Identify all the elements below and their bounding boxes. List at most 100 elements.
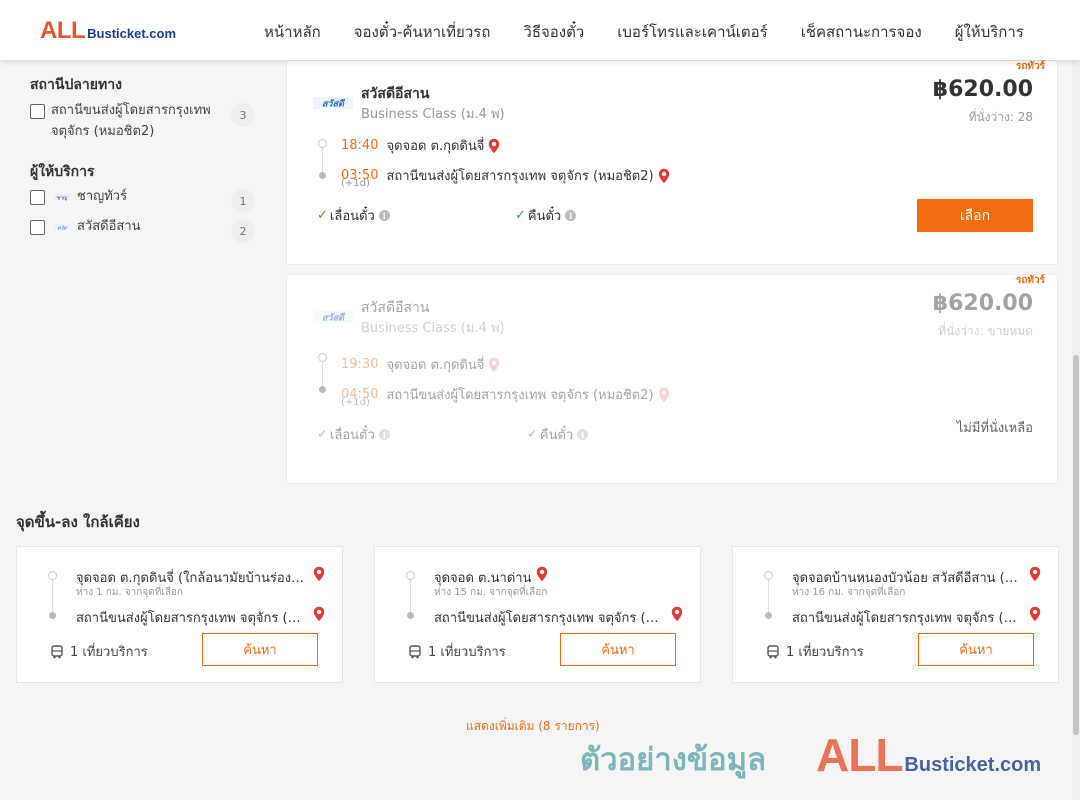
departure-dot [318,139,327,148]
logo-busticket-text: Busticket.com [87,26,177,41]
search-nearby-button[interactable]: ค้นหา [918,633,1034,666]
logo-all-text: ALL [40,17,86,44]
location-pin-icon[interactable] [313,606,325,622]
route-line [410,574,411,614]
nearby-to-stop: สถานีขนส่งผู้โดยสารกรุงเทพ จตุจักร (หมอช… [76,611,306,626]
operator-count: 2 [231,219,255,243]
watermark-logo-busticket: Busticket.com [904,754,1042,776]
departure-name: จุดจอด ต.กุดดินจี่ [386,139,485,154]
location-pin-icon[interactable] [671,606,683,622]
scrollbar-thumb[interactable] [1073,355,1079,735]
location-pin-icon[interactable] [658,168,670,184]
search-nearby-button[interactable]: ค้นหา [202,633,318,666]
sold-out-label: ไม่มีที่นั่งเหลือ [956,421,1033,436]
location-pin-icon[interactable] [1029,566,1041,582]
next-day-label: (+1d) [341,178,370,189]
arrival-name: สถานีขนส่งผู้โดยสารกรุงเทพ จตุจักร (หมอช… [386,169,654,184]
trip-count: 1 เที่ยวบริการ [766,641,864,662]
checkbox-icon[interactable] [30,104,45,119]
arrival-dot [765,612,772,619]
watermark-logo-all: ALL [816,729,903,781]
sample-data-watermark: ตัวอย่างข้อมูล [580,742,767,778]
nav-home[interactable]: หน้าหลัก [264,20,321,44]
site-logo[interactable]: ALL Busticket.com [40,17,176,45]
search-nearby-button[interactable]: ค้นหา [560,633,676,666]
check-icon: ✓ [317,208,328,223]
trip-count-label: 1 เที่ยวบริการ [428,645,506,660]
feature-refund: ✓ คืนตั๋ว i [515,205,577,226]
feature-reschedule: ✓ เลื่อนตั๋ว i [317,424,390,445]
departure-time: 19:30 [341,357,379,372]
location-pin-icon [658,387,669,402]
route-line [322,145,323,173]
operator-filter-item[interactable]: ชาญ ชาญทัวร์ 1 [30,189,255,213]
departure-dot [318,353,327,362]
next-day-label: (+1d) [341,397,370,408]
departure-dot [764,571,773,580]
svg-text:สวัส: สวัส [58,226,68,232]
bus-class: Business Class (ม.4 พ) [361,321,505,336]
bus-icon [767,644,779,658]
nav-operators[interactable]: ผู้ให้บริการ [955,20,1024,44]
nearby-distance: ห่าง 15 กม. จากจุดที่เลือก [434,587,548,598]
trip-price: ฿620.00 [932,77,1033,102]
nearby-distance: ห่าง 16 กม. จากจุดที่เลือก [792,587,906,598]
info-icon: i [577,429,589,440]
seats-available: ที่นั่งว่าง: 28 [968,110,1033,124]
route-line [322,359,323,387]
feature-label: คืนตั๋ว [539,428,574,443]
top-header: ALL Busticket.com หน้าหลัก จองตั๋ว-ค้นหา… [0,0,1080,60]
operator-count: 1 [231,189,255,213]
trip-count: 1 เที่ยวบริการ [50,641,148,662]
feature-refund: ✓ คืนตั๋ว i [527,424,589,445]
bus-icon [409,644,421,658]
location-pin-icon [489,357,500,372]
departure-stop: 18:40 จุดจอด ต.กุดดินจี่ [341,135,500,156]
arrival-stop: 04:50 สถานีขนส่งผู้โดยสารกรุงเทพ จตุจักร… [341,384,670,405]
svg-text:สวัสดี: สวัสดี [322,99,346,110]
operator-logo: สวัสดี [313,311,353,324]
operator-filter-item[interactable]: สวัส สวัสดีอีสาน 2 [30,219,255,243]
nav-book-search[interactable]: จองตั๋ว-ค้นหาเที่ยวรถ [354,20,491,44]
info-icon[interactable]: i [378,210,390,221]
operator-label: สวัสดีอีสาน [77,219,141,234]
arrival-stop: 03:50 สถานีขนส่งผู้โดยสารกรุงเทพ จตุจักร… [341,165,670,186]
seats-available: ที่นั่งว่าง: ขายหมด [938,324,1033,338]
destination-filter-item[interactable]: สถานีขนส่งผู้โดยสารกรุงเทพ จตุจักร (หมอช… [30,103,255,142]
nav-check-booking[interactable]: เช็คสถานะการจอง [801,20,922,44]
feature-label: คืนตั๋ว [527,209,562,224]
page-scrollbar[interactable] [1072,60,1080,800]
feature-label: เลื่อนตั๋ว [329,428,375,443]
route-line [52,574,53,614]
bus-type-badge: รถทัวร์ [1015,61,1045,72]
destination-label: สถานีขนส่งผู้โดยสารกรุงเทพ จตุจักร (หมอช… [51,103,211,139]
destination-count: 3 [231,103,255,127]
operator-name: สวัสดีอีสาน [361,86,430,102]
nav-phone-counters[interactable]: เบอร์โทรและเคาน์เตอร์ [617,20,767,44]
trip-card[interactable]: รถทัวร์ สวัสดี สวัสดีอีสาน Business Clas… [286,60,1058,265]
info-icon[interactable]: i [565,210,577,221]
checkbox-icon[interactable] [30,190,45,205]
svg-text:ชาญ: ชาญ [57,196,67,202]
nav-how-to-book[interactable]: วิธีจองตั๋ว [523,20,584,44]
arrival-dot [319,386,326,393]
nearby-to-stop: สถานีขนส่งผู้โดยสารกรุงเทพ จตุจักร (หมอช… [434,611,664,626]
departure-stop: 19:30 จุดจอด ต.กุดดินจี่ [341,354,500,375]
arrival-dot [319,172,326,179]
check-icon: ✓ [527,427,538,442]
operator-label: ชาญทัวร์ [77,189,128,204]
select-trip-button[interactable]: เลือก [917,199,1033,232]
bus-type-badge: รถทัวร์ [1015,275,1045,286]
location-pin-icon[interactable] [536,566,548,582]
destination-filter-title: สถานีปลายทาง [30,77,122,93]
location-pin-icon[interactable] [313,566,325,582]
operator-name: สวัสดีอีสาน [361,300,430,316]
check-icon: ✓ [515,208,526,223]
location-pin-icon[interactable] [1029,606,1041,622]
checkbox-icon[interactable] [30,220,45,235]
trip-card: รถทัวร์ สวัสดี สวัสดีอีสาน Business Clas… [286,274,1058,484]
bus-icon [51,644,63,658]
svg-text:สวัสดี: สวัสดี [322,313,346,324]
location-pin-icon[interactable] [488,138,500,154]
departure-dot [48,571,57,580]
